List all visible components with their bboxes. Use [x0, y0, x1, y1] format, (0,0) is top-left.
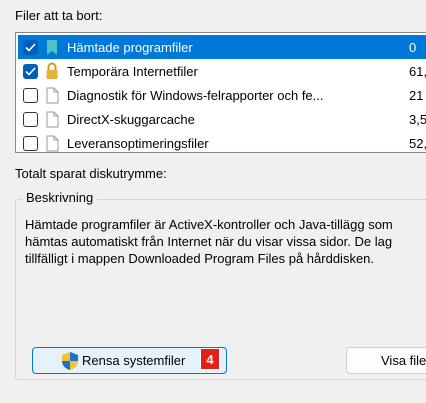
file-list-item[interactable]: Hämtade programfiler 0 [18, 35, 426, 59]
file-name: Hämtade programfiler [67, 39, 193, 55]
file-icon [45, 86, 59, 104]
file-icon [45, 134, 59, 152]
cleanup-system-files-label: Rensa systemfiler [82, 353, 186, 368]
file-list[interactable]: Hämtade programfiler 0 Temporära Interne… [15, 32, 426, 153]
description-text: Hämtade programfiler är ActiveX-kontroll… [25, 216, 426, 267]
view-files-button[interactable]: Visa file [346, 347, 426, 374]
file-size: 61, [409, 63, 426, 79]
file-size: 3,5 [409, 111, 426, 127]
file-name: Temporära Internetfiler [67, 63, 198, 79]
file-list-item[interactable]: Temporära Internetfiler 61, [18, 59, 426, 83]
description-line: hämtas automatiskt från Internet när du … [25, 234, 393, 249]
checkbox[interactable] [23, 87, 38, 103]
description-title: Beskrivning [22, 190, 98, 205]
file-name: Leveransoptimeringsfiler [67, 135, 209, 151]
file-list-item[interactable]: Leveransoptimeringsfiler 52, [18, 131, 426, 152]
folder-icon [45, 38, 59, 56]
file-list-item[interactable]: Diagnostik för Windows-felrapporter och … [18, 83, 426, 107]
uac-shield-icon [61, 351, 79, 371]
file-size: 52, [409, 135, 426, 151]
file-name: Diagnostik för Windows-felrapporter och … [67, 87, 324, 103]
checkbox[interactable] [23, 39, 38, 55]
lock-icon [45, 62, 59, 80]
description-line: Hämtade programfiler är ActiveX-kontroll… [25, 217, 393, 232]
file-name: DirectX-skuggarcache [67, 111, 195, 127]
file-size: 21 [409, 87, 424, 103]
checkbox[interactable] [23, 135, 38, 151]
total-saved-space-label: Totalt sparat diskutrymme: [15, 166, 167, 181]
step-number-badge: 4 [201, 349, 219, 369]
checkbox[interactable] [23, 111, 38, 127]
description-line: tillfälligt i mappen Downloaded Program … [25, 251, 375, 266]
cleanup-system-files-button[interactable]: Rensa systemfiler [32, 347, 227, 374]
file-size: 0 [409, 39, 417, 55]
checkbox[interactable] [23, 63, 38, 79]
view-files-label: Visa file [381, 353, 426, 368]
files-to-delete-label: Filer att ta bort: [15, 8, 103, 23]
file-icon [45, 110, 59, 128]
file-list-item[interactable]: DirectX-skuggarcache 3,5 [18, 107, 426, 131]
